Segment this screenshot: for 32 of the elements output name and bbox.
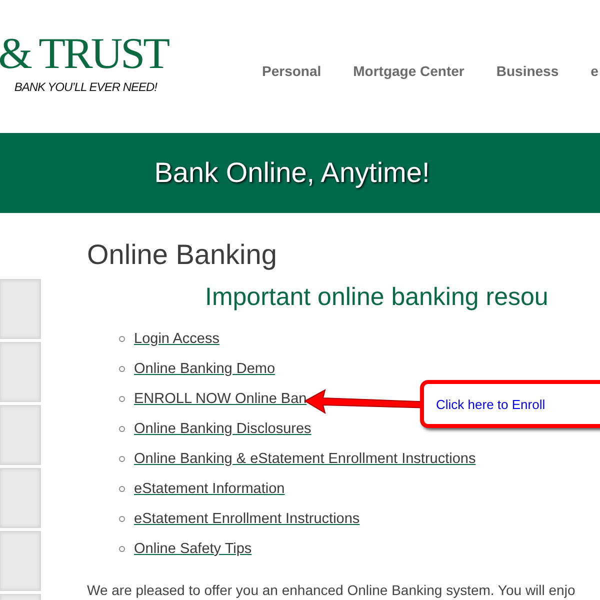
- resource-link[interactable]: ENROLL NOW Online Ban: [134, 391, 307, 407]
- logo-wordmark[interactable]: & TRUST: [0, 30, 168, 78]
- resource-link[interactable]: eStatement Information: [134, 481, 285, 497]
- resource-link[interactable]: eStatement Enrollment Instructions: [134, 511, 360, 527]
- sidebar-tab[interactable]: [0, 405, 41, 465]
- nav-link[interactable]: e: [590, 63, 598, 79]
- resource-link[interactable]: Login Access: [134, 331, 220, 347]
- callout-text: Click here to Enroll: [436, 396, 546, 412]
- sidebar-tab[interactable]: [0, 531, 41, 591]
- page-heading: Online Banking: [87, 239, 278, 271]
- resource-link[interactable]: Online Banking Disclosures: [134, 421, 312, 437]
- bullet-icon: [119, 426, 125, 432]
- bullet-icon: [119, 486, 125, 492]
- nav-link[interactable]: Business: [496, 63, 559, 79]
- intro-paragraph: We are pleased to offer you an enhanced Online Banking system. You will enjo: [87, 582, 576, 598]
- bullet-icon: [119, 516, 125, 522]
- sidebar-tab[interactable]: [0, 342, 41, 402]
- bullet-icon: [119, 366, 125, 372]
- bullet-icon: [119, 396, 125, 402]
- resource-link[interactable]: Online Banking Demo: [134, 361, 276, 377]
- nav-link[interactable]: Personal: [262, 63, 322, 79]
- sidebar-tab[interactable]: [0, 279, 41, 339]
- bullet-icon: [119, 456, 125, 462]
- banner-title: Bank Online, Anytime!: [154, 157, 430, 189]
- sidebar-tab[interactable]: [0, 468, 41, 528]
- logo-tagline: BANK YOU’LL EVER NEED!: [14, 80, 157, 94]
- resource-link[interactable]: Online Banking & eStatement Enrollment Instructions: [134, 451, 476, 467]
- bullet-icon: [119, 336, 125, 342]
- resource-link[interactable]: Online Safety Tips: [134, 541, 252, 557]
- bullet-icon: [119, 546, 125, 552]
- section-heading: Important online banking resou: [205, 283, 550, 312]
- nav-link[interactable]: Mortgage Center: [353, 63, 464, 79]
